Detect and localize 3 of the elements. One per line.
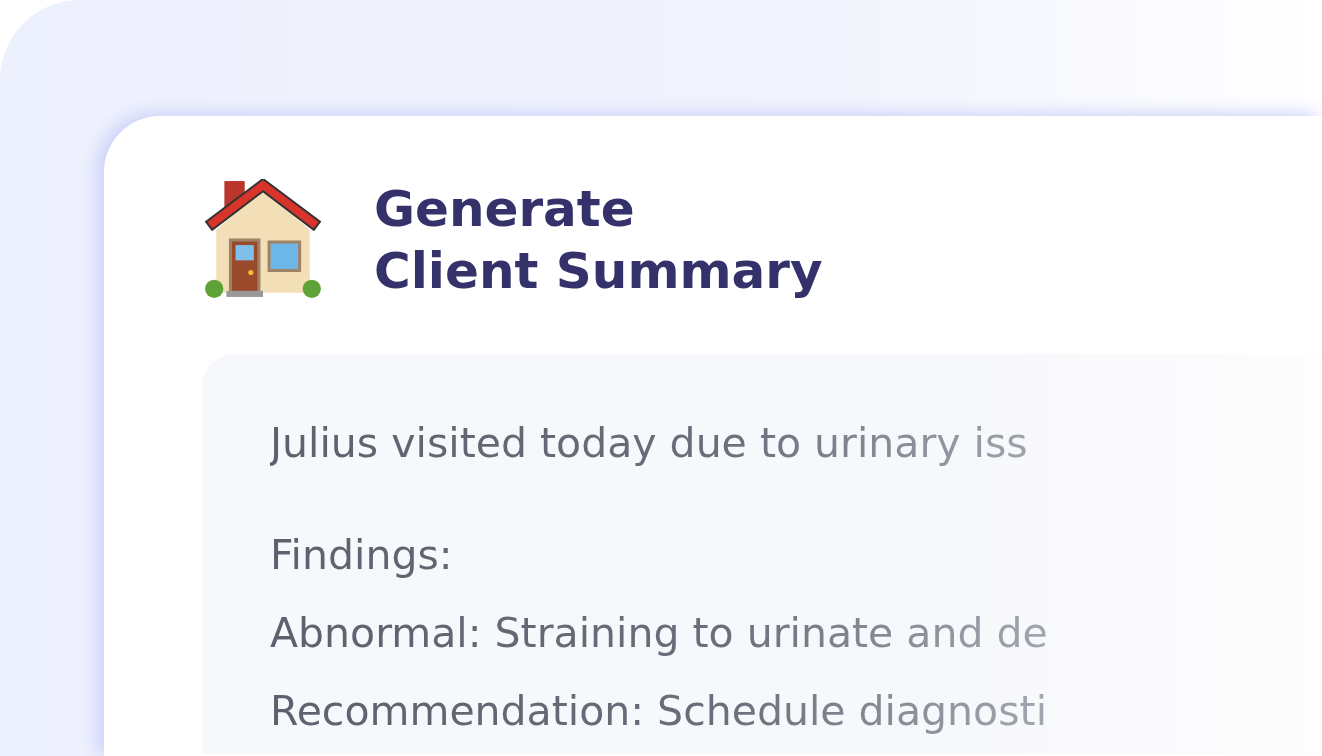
house-icon [202, 179, 324, 301]
card-title: Client Summary [374, 241, 823, 302]
card-title: Generate [374, 179, 636, 240]
